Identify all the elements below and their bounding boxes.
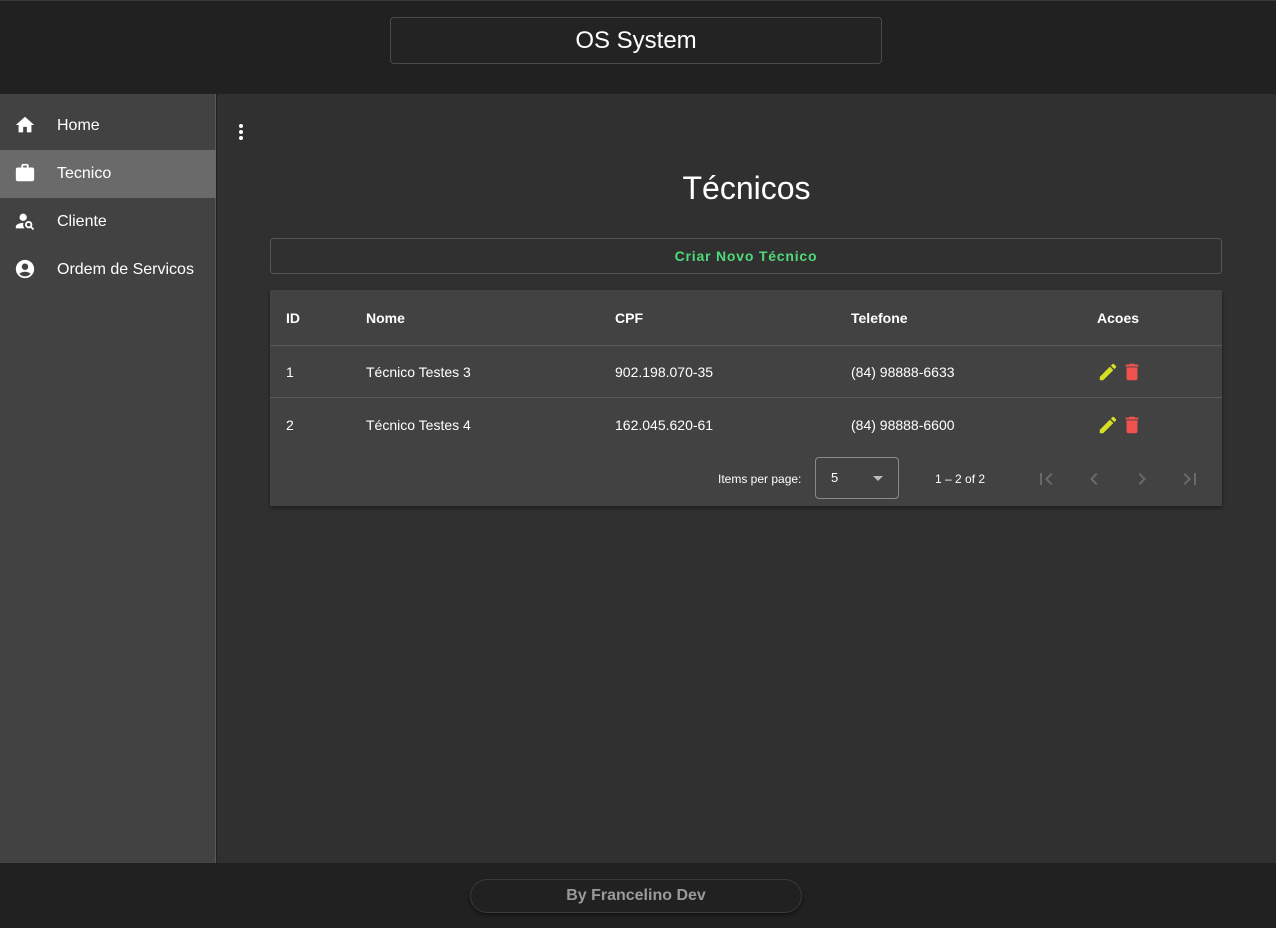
last-page-icon[interactable] [1178,467,1202,491]
table-header-row: ID Nome CPF Telefone Acoes [270,290,1222,346]
cell-acoes [1097,346,1145,397]
person-search-icon [15,213,35,231]
previous-page-icon[interactable] [1082,467,1106,491]
page-title: Técnicos [682,170,811,206]
page-size-select[interactable]: 5 [815,457,899,499]
footer: By Francelino Dev [0,863,1276,928]
more-vert-icon[interactable] [235,122,247,146]
items-per-page-label: Items per page: [718,471,802,486]
sidebar-item-home[interactable]: Home [0,102,216,150]
cell-telefone: (84) 98888-6633 [851,363,955,380]
cell-cpf: 902.198.070-35 [615,363,714,380]
top-toolbar: OS System [0,0,1276,94]
page-size-value: 5 [831,470,839,485]
column-header-telefone: Telefone [851,309,908,326]
dropdown-arrow-icon [873,476,883,481]
briefcase-icon [15,163,35,182]
page-range-label: 1 – 2 of 2 [935,471,986,486]
column-header-id: ID [286,309,300,326]
edit-icon[interactable] [1097,361,1119,383]
table-row: 2 Técnico Testes 4 162.045.620-61 (84) 9… [270,399,1222,451]
table-row: 1 Técnico Testes 3 902.198.070-35 (84) 9… [270,346,1222,398]
delete-icon[interactable] [1121,414,1143,436]
sidebar-item-label: Cliente [57,213,107,230]
cell-id: 1 [286,363,294,380]
sidebar-item-tecnico[interactable]: Tecnico [0,150,216,198]
sidebar: Home Tecnico Cliente Ordem de Servicos [0,94,216,863]
cell-nome: Técnico Testes 4 [366,417,471,433]
cell-nome: Técnico Testes 3 [366,363,471,380]
app-title: OS System [390,17,882,64]
sidebar-item-label: Ordem de Servicos [57,261,194,278]
create-tecnico-button[interactable]: Criar Novo Técnico [270,238,1222,274]
cell-telefone: (84) 98888-6600 [851,417,955,433]
column-header-nome: Nome [366,309,405,326]
sidebar-item-label: Home [57,117,100,134]
tecnicos-table: ID Nome CPF Telefone Acoes 1 Técnico Tes… [270,290,1222,506]
account-circle-icon [15,259,35,279]
paginator: Items per page: 5 1 – 2 of 2 [270,451,1222,506]
cell-acoes [1097,399,1145,451]
sidebar-item-ordem-de-servicos[interactable]: Ordem de Servicos [0,246,216,294]
main-content: Técnicos Criar Novo Técnico ID Nome CPF … [217,94,1276,863]
next-page-icon[interactable] [1130,467,1154,491]
sidebar-item-label: Tecnico [57,165,112,182]
delete-icon[interactable] [1121,361,1143,383]
sidebar-item-cliente[interactable]: Cliente [0,198,216,246]
column-header-cpf: CPF [615,309,643,326]
footer-credit: By Francelino Dev [470,879,802,913]
home-icon [15,116,35,133]
cell-cpf: 162.045.620-61 [615,417,714,433]
column-header-acoes: Acoes [1097,309,1140,326]
first-page-icon[interactable] [1034,467,1058,491]
cell-id: 2 [286,417,294,433]
edit-icon[interactable] [1097,414,1119,436]
